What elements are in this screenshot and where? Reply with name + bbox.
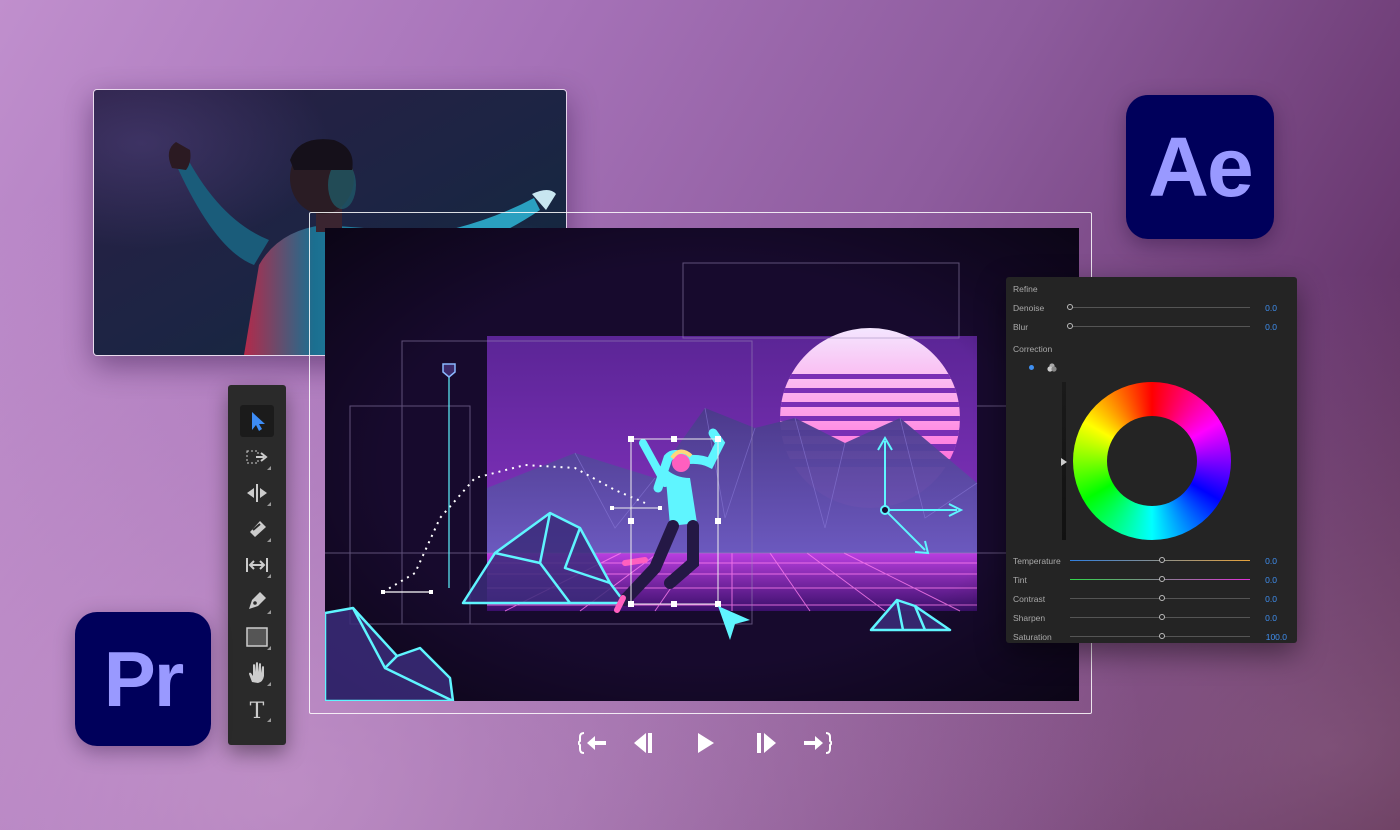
saturation-knob[interactable]	[1159, 633, 1165, 639]
ripple-edit-tool[interactable]	[240, 477, 274, 509]
contrast-label: Contrast	[1013, 594, 1046, 604]
after-effects-logo-text: Ae	[1148, 119, 1253, 214]
play-icon	[698, 733, 714, 753]
sharpen-knob[interactable]	[1159, 614, 1165, 620]
single-wheel-toggle[interactable]	[1029, 365, 1034, 370]
after-effects-icon: Ae	[1126, 95, 1274, 239]
sharpen-label: Sharpen	[1013, 613, 1046, 623]
correction-header: Correction	[1013, 344, 1053, 354]
pen-tool[interactable]	[240, 585, 274, 617]
go-to-out-button[interactable]	[800, 728, 834, 758]
blur-label: Blur	[1013, 322, 1029, 332]
saturation-label: Saturation	[1013, 632, 1052, 642]
tint-label: Tint	[1013, 575, 1027, 585]
denoise-value[interactable]: 0.0	[1265, 303, 1277, 313]
temperature-label: Temperature	[1013, 556, 1061, 566]
type-tool[interactable]: T	[240, 693, 274, 725]
denoise-label: Denoise	[1013, 303, 1045, 313]
sharpen-value[interactable]: 0.0	[1265, 613, 1277, 623]
refine-header: Refine	[1013, 284, 1038, 294]
temperature-value[interactable]: 0.0	[1265, 556, 1277, 566]
tint-knob[interactable]	[1159, 576, 1165, 582]
denoise-knob[interactable]	[1067, 304, 1073, 310]
premiere-logo-text: Pr	[103, 634, 184, 723]
razor-tool[interactable]	[240, 513, 274, 545]
step-forward-button[interactable]	[750, 728, 784, 758]
three-wheel-toggle[interactable]	[1047, 363, 1057, 372]
blur-slider[interactable]	[1070, 326, 1250, 327]
saturation-value[interactable]: 100.0	[1266, 632, 1287, 642]
hand-tool[interactable]	[240, 657, 274, 689]
step-forward-icon	[757, 733, 776, 753]
color-wheel-center	[1107, 416, 1197, 506]
tint-value[interactable]: 0.0	[1265, 575, 1277, 585]
rectangle-tool[interactable]	[240, 621, 274, 653]
temperature-knob[interactable]	[1159, 557, 1165, 563]
go-to-in-icon	[578, 732, 606, 754]
go-to-in-button[interactable]	[576, 728, 610, 758]
go-to-out-icon	[804, 732, 832, 754]
track-select-tool[interactable]	[240, 441, 274, 473]
step-back-button[interactable]	[626, 728, 660, 758]
denoise-slider[interactable]	[1070, 307, 1250, 308]
tools-panel: T	[228, 385, 286, 745]
contrast-knob[interactable]	[1159, 595, 1165, 601]
arrow-cursor-icon	[252, 412, 265, 431]
play-button[interactable]	[688, 728, 722, 758]
color-wheel[interactable]	[1073, 382, 1231, 540]
selection-tool[interactable]	[240, 405, 274, 437]
blur-knob[interactable]	[1067, 323, 1073, 329]
slip-tool[interactable]	[240, 549, 274, 581]
color-circles-icon	[1047, 363, 1057, 372]
retro-scene	[325, 228, 1079, 701]
svg-text:T: T	[250, 699, 265, 722]
contrast-value[interactable]: 0.0	[1265, 594, 1277, 604]
step-back-icon	[634, 733, 652, 753]
program-monitor[interactable]	[325, 228, 1079, 701]
premiere-pro-icon: Pr	[75, 612, 211, 746]
blur-value[interactable]: 0.0	[1265, 322, 1277, 332]
luma-slider-handle[interactable]	[1061, 458, 1067, 466]
